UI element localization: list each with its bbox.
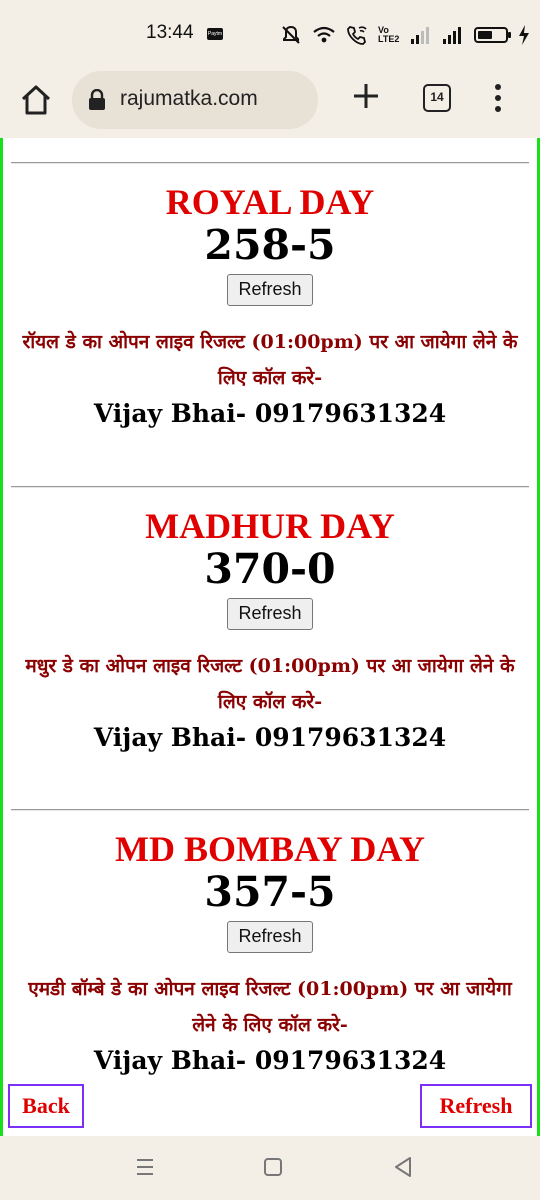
game-result: 357-5 <box>204 868 336 916</box>
refresh-button[interactable]: Refresh <box>227 274 313 306</box>
game-section: MADHUR DAY 370-0 Refresh मधुर डे का ओपन … <box>11 486 529 756</box>
contact-phone[interactable]: Vijay Bhai- 09179631324 <box>11 720 529 756</box>
contact-phone[interactable]: Vijay Bhai- 09179631324 <box>11 1043 529 1079</box>
signal-icon <box>442 25 464 45</box>
overflow-menu-icon[interactable] <box>490 82 506 114</box>
info-text: एमडी बॉम्बे डे का ओपन लाइव रिजल्ट (01:00… <box>28 978 512 1036</box>
address-bar[interactable]: rajumatka.com <box>72 71 318 129</box>
browser-toolbar: rajumatka.com 14 <box>0 68 540 138</box>
game-title: ROYAL DAY <box>165 182 375 222</box>
tab-switcher-icon[interactable]: 14 <box>423 84 451 112</box>
status-time: 13:44 <box>146 22 194 43</box>
contact-phone[interactable]: Vijay Bhai- 09179631324 <box>11 396 529 432</box>
mute-icon <box>280 24 302 46</box>
paytm-icon: Paytm <box>207 28 223 40</box>
info-text: रॉयल डे का ओपन लाइव रिजल्ट (01:00pm) पर … <box>22 331 518 389</box>
url-text[interactable]: rajumatka.com <box>120 87 258 111</box>
refresh-button[interactable]: Refresh <box>227 598 313 630</box>
home-square-icon[interactable] <box>264 1158 282 1176</box>
game-result: 258-5 <box>204 221 336 269</box>
game-section: ROYAL DAY 258-5 Refresh रॉयल डे का ओपन ल… <box>11 162 529 432</box>
home-icon[interactable] <box>18 82 54 118</box>
lock-icon[interactable] <box>88 88 106 111</box>
game-title: MADHUR DAY <box>145 506 395 546</box>
page-viewport[interactable]: ROYAL DAY 258-5 Refresh रॉयल डे का ओपन ल… <box>0 138 540 1136</box>
battery-icon <box>474 27 511 43</box>
back-triangle-icon[interactable] <box>394 1156 412 1178</box>
back-button[interactable]: Back <box>8 1084 84 1128</box>
wifi-call-icon <box>346 24 368 46</box>
wifi-icon <box>312 25 336 45</box>
charging-icon <box>518 25 530 45</box>
info-text: मधुर डे का ओपन लाइव रिजल्ट (01:00pm) पर … <box>25 655 515 713</box>
status-bar: 13:44 Paytm Vo LTE2 <box>0 0 540 68</box>
new-tab-plus-icon[interactable] <box>350 80 382 112</box>
system-nav-bar <box>0 1136 540 1200</box>
floating-refresh-button[interactable]: Refresh <box>420 1084 532 1128</box>
game-title: MD BOMBAY DAY <box>114 829 426 869</box>
refresh-button[interactable]: Refresh <box>227 921 313 953</box>
volte-icon: Vo LTE2 <box>378 25 400 44</box>
game-section: MD BOMBAY DAY 357-5 Refresh एमडी बॉम्बे … <box>11 809 529 1079</box>
signal-icon <box>410 25 432 45</box>
game-result: 370-0 <box>204 545 336 593</box>
recent-apps-icon[interactable] <box>136 1156 154 1178</box>
status-icons: Vo LTE2 <box>280 22 530 48</box>
